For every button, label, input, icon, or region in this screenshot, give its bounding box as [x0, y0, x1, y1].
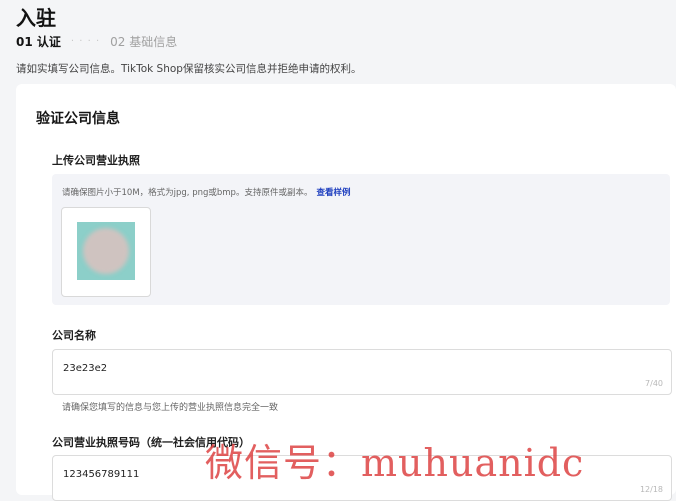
page-title: 入驻 [16, 6, 56, 30]
step-verify[interactable]: 01 认证 [16, 33, 61, 50]
watermark: 微信号：muhuanidc [205, 441, 585, 485]
license-number-value: 123456789111 [63, 469, 140, 480]
section-title: 验证公司信息 [36, 111, 120, 127]
step-indicator: 01 认证 · · · · 02 基础信息 [16, 33, 177, 50]
notice-text: 请如实填写公司信息。TikTok Shop保留核实公司信息并拒绝申请的权利。 [16, 63, 362, 75]
company-name-input[interactable]: 23e23e2 7/40 [52, 349, 672, 395]
upload-hint-text: 请确保图片小于10M，格式为jpg, png或bmp。支持原件或副本。 [62, 188, 313, 198]
license-upload-area[interactable]: 请确保图片小于10M，格式为jpg, png或bmp。支持原件或副本。 查看样例 [52, 174, 670, 305]
license-upload-label: 上传公司营业执照 [52, 154, 140, 167]
step-basic-info[interactable]: 02 基础信息 [110, 33, 177, 50]
license-number-counter: 12/18 [639, 485, 663, 494]
company-name-label: 公司名称 [52, 329, 96, 342]
license-image-blur [83, 228, 129, 274]
company-name-help: 请确保您填写的信息与您上传的营业执照信息完全一致 [62, 403, 279, 413]
license-image [77, 222, 135, 280]
company-name-value: 23e23e2 [63, 363, 108, 374]
view-example-link[interactable]: 查看样例 [316, 188, 350, 198]
upload-hint: 请确保图片小于10M，格式为jpg, png或bmp。支持原件或副本。 查看样例 [62, 186, 350, 198]
company-name-counter: 7/40 [645, 379, 663, 388]
license-thumbnail[interactable] [61, 207, 151, 297]
step-separator: · · · · [70, 36, 101, 47]
